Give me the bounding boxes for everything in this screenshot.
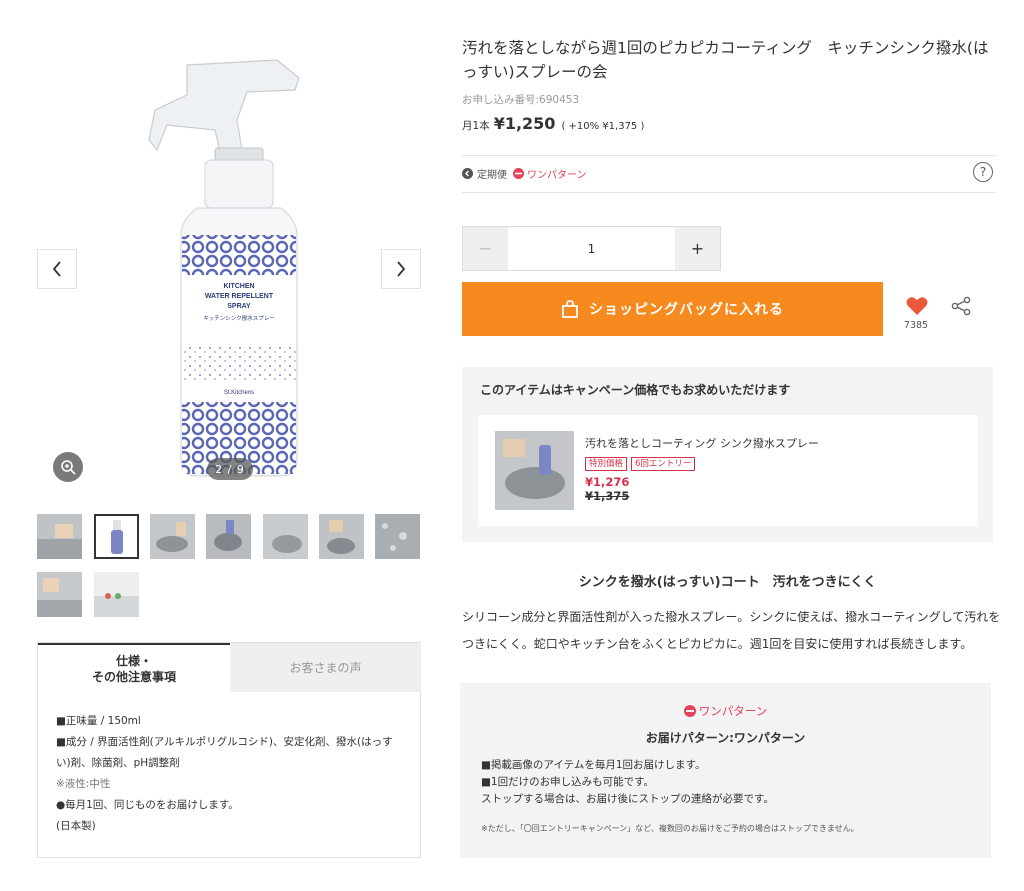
zoom-button[interactable] bbox=[53, 452, 83, 482]
one-pattern-icon bbox=[683, 705, 696, 717]
pattern-line: ストップする場合は、お届け後にストップの連絡が必要です。 bbox=[481, 793, 774, 805]
delivery-info: 定期便 ワンパターン bbox=[462, 166, 587, 181]
favorite-button[interactable] bbox=[903, 296, 931, 320]
product-gallery: KITCHEN WATER REPELLENT SPRAY キッチンシンク撥水ス… bbox=[37, 30, 421, 505]
price-tax: ( +10% ¥1,375 ) bbox=[561, 121, 645, 132]
quantity-decrease-button[interactable]: − bbox=[463, 227, 508, 270]
pattern-line: ■掲載画像のアイテムを毎月1回お届けします。 bbox=[481, 759, 706, 771]
divider bbox=[462, 155, 995, 156]
product-main-image[interactable]: KITCHEN WATER REPELLENT SPRAY キッチンシンク撥水ス… bbox=[37, 30, 421, 505]
zoom-in-icon bbox=[61, 460, 76, 475]
thumbnail-3[interactable] bbox=[150, 514, 195, 559]
spec-body: ■正味量 / 150ml ■成分 / 界面活性剤(アルキルポリグルコシド)、安定… bbox=[56, 711, 406, 837]
pattern-title: お届けパターン:ワンパターン bbox=[645, 731, 806, 745]
campaign-old-price: ¥1,375 bbox=[585, 489, 630, 503]
campaign-tag: 6回エントリー bbox=[631, 457, 696, 471]
spec-line: ■成分 / 界面活性剤(アルキルポリグルコシド)、安定化剤、撥水(はっすい)剤、… bbox=[56, 736, 393, 769]
delivery-pattern: ワンパターン bbox=[513, 166, 587, 181]
share-icon bbox=[951, 296, 971, 316]
tab-spec[interactable]: 仕様・ その他注意事項 bbox=[38, 643, 230, 692]
quantity-increase-button[interactable]: + bbox=[675, 227, 720, 270]
campaign-product-name[interactable]: 汚れを落としコーティング シンク撥水スプレー bbox=[585, 435, 819, 451]
delivery-type: 定期便 bbox=[477, 170, 507, 181]
campaign-tag: 特別価格 bbox=[585, 457, 628, 471]
help-icon: ? bbox=[979, 165, 987, 179]
favorite-count: 7385 bbox=[903, 320, 929, 331]
campaign-price: ¥1,276 bbox=[585, 475, 630, 489]
add-to-bag-button[interactable]: ショッピングバッグに入れる bbox=[462, 282, 883, 336]
one-pattern-icon bbox=[513, 168, 524, 179]
plus-icon: + bbox=[690, 239, 705, 258]
bottle-text-jp: キッチンシンク撥水スプレー bbox=[203, 314, 275, 322]
pattern-note: ※ただし、「〇回エントリーキャンペーン」など、複数回のお届けをご予約の場合はスト… bbox=[481, 824, 859, 833]
gallery-next-button[interactable] bbox=[381, 249, 421, 289]
delivery-pattern-panel: ワンパターン お届けパターン:ワンパターン ■掲載画像のアイテムを毎月1回お届け… bbox=[460, 683, 991, 858]
pattern-line: ■1回だけのお申し込みも可能です。 bbox=[481, 776, 655, 788]
campaign-card[interactable]: 汚れを落としコーティング シンク撥水スプレー 特別価格 6回エントリー ¥1,2… bbox=[478, 415, 978, 526]
pattern-body: ■掲載画像のアイテムを毎月1回お届けします。 ■1回だけのお申し込みも可能です。… bbox=[481, 757, 774, 808]
shopping-bag-icon bbox=[562, 300, 578, 318]
spec-line: (日本製) bbox=[56, 820, 96, 832]
bottle-text-3: SPRAY bbox=[227, 303, 251, 310]
heart-icon bbox=[906, 297, 928, 315]
pattern-logo-label: ワンパターン bbox=[698, 704, 768, 718]
pattern-logo: ワンパターン bbox=[460, 703, 991, 719]
help-button[interactable]: ? bbox=[973, 162, 993, 182]
share-button[interactable] bbox=[951, 296, 971, 320]
chevron-right-icon bbox=[397, 261, 406, 277]
campaign-panel: このアイテムはキャンペーン価格でもお求めいただけます 汚れを落としコーティング … bbox=[462, 367, 993, 542]
campaign-tags: 特別価格 6回エントリー bbox=[585, 457, 696, 471]
gallery-prev-button[interactable] bbox=[37, 249, 77, 289]
price-unit: 月1本 bbox=[462, 120, 490, 132]
thumbnail-5[interactable] bbox=[263, 514, 308, 559]
thumbnail-9[interactable] bbox=[94, 572, 139, 617]
price: ¥1,250 bbox=[493, 114, 556, 133]
tab-spec-label: 仕様・ その他注意事項 bbox=[91, 653, 176, 684]
divider bbox=[462, 192, 995, 193]
bottle-text-2: WATER REPELLENT bbox=[205, 293, 274, 300]
thumbnail-2[interactable] bbox=[94, 514, 139, 559]
thumbnail-4[interactable] bbox=[206, 514, 251, 559]
description-body: シリコーン成分と界面活性剤が入った撥水スプレー。シンクに使えば、撥水コーティング… bbox=[462, 610, 1001, 651]
thumbnail-1[interactable] bbox=[37, 514, 82, 559]
price-row: 月1本 ¥1,250 ( +10% ¥1,375 ) bbox=[462, 114, 644, 133]
description-heading: シンクを撥水(はっすい)コート 汚れをつきにくく bbox=[578, 575, 877, 590]
bottle-text-1: KITCHEN bbox=[223, 283, 254, 290]
subscription-icon bbox=[462, 168, 473, 179]
tab-reviews-label: お客さまの声 bbox=[289, 660, 362, 675]
spec-panel: 仕様・ その他注意事項 お客さまの声 ■正味量 / 150ml ■成分 / 界面… bbox=[37, 642, 421, 858]
thumbnail-6[interactable] bbox=[319, 514, 364, 559]
quantity-stepper: − 1 + bbox=[462, 226, 721, 271]
quantity-value[interactable]: 1 bbox=[508, 227, 675, 270]
image-counter: 2 / 9 bbox=[207, 458, 253, 480]
chevron-left-icon bbox=[52, 261, 61, 277]
spec-line: ※液性:中性 bbox=[56, 778, 111, 790]
delivery-pattern-label: ワンパターン bbox=[527, 170, 587, 181]
spec-line: ■正味量 / 150ml bbox=[56, 715, 141, 727]
product-title: 汚れを落としながら週1回のピカピカコーティング キッチンシンク撥水(はっすい)ス… bbox=[462, 39, 989, 81]
campaign-heading: このアイテムはキャンペーン価格でもお求めいただけます bbox=[480, 383, 791, 397]
tab-reviews[interactable]: お客さまの声 bbox=[230, 643, 421, 692]
spec-line: ●毎月1回、同じものをお届けします。 bbox=[56, 799, 239, 811]
minus-icon: − bbox=[478, 239, 493, 258]
thumbnail-7[interactable] bbox=[375, 514, 420, 559]
order-number: お申し込み番号:690453 bbox=[462, 94, 580, 106]
thumbnail-8[interactable] bbox=[37, 572, 82, 617]
add-to-bag-label: ショッピングバッグに入れる bbox=[589, 302, 784, 318]
campaign-image[interactable] bbox=[495, 431, 574, 510]
bottle-brand: St.Kitchens bbox=[224, 390, 254, 396]
